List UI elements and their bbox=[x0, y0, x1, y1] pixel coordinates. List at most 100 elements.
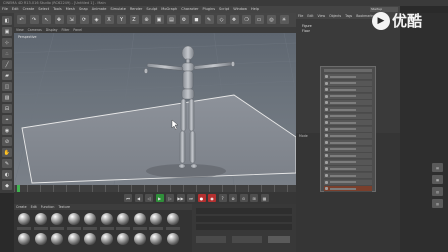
popup-menu-item[interactable] bbox=[324, 146, 372, 153]
transport-button-11[interactable]: ⊙ bbox=[239, 194, 248, 202]
transport-button-2[interactable]: ◁ bbox=[145, 194, 153, 202]
points-mode-button[interactable]: ∴ bbox=[2, 49, 12, 58]
object-menu-edit[interactable]: Edit bbox=[305, 13, 315, 19]
menu-item-render[interactable]: Render bbox=[128, 6, 144, 13]
viewport[interactable]: Perspective bbox=[14, 33, 296, 185]
material-swatch[interactable] bbox=[100, 233, 113, 245]
menu-item-help[interactable]: Help bbox=[249, 6, 261, 13]
coord-size-dropdown[interactable] bbox=[232, 236, 262, 243]
sidebar-tab-objects[interactable]: ▤ bbox=[432, 163, 443, 172]
material-swatch[interactable] bbox=[67, 233, 80, 245]
object-menu-objects[interactable]: Objects bbox=[327, 13, 343, 19]
live-select-button[interactable]: ↖ bbox=[42, 15, 51, 24]
render-settings-button[interactable]: ⚙ bbox=[179, 15, 189, 24]
material-swatch[interactable] bbox=[34, 213, 47, 225]
transport-button-1[interactable]: ◀ bbox=[134, 194, 143, 202]
material-menu-create[interactable]: Create bbox=[14, 204, 29, 210]
menu-item-create[interactable]: Create bbox=[21, 6, 37, 13]
object-menu-file[interactable]: File bbox=[296, 13, 305, 19]
y-axis-button[interactable]: Y bbox=[117, 15, 126, 24]
menu-item-script[interactable]: Script bbox=[217, 6, 231, 13]
apply-button[interactable] bbox=[268, 236, 290, 243]
popup-menu-item[interactable] bbox=[324, 140, 372, 146]
material-swatch[interactable] bbox=[133, 233, 146, 245]
material-swatch[interactable] bbox=[133, 213, 146, 225]
timeline-playhead[interactable] bbox=[17, 185, 20, 192]
material-menu-function[interactable]: Function bbox=[39, 204, 57, 210]
transport-button-13[interactable]: ▦ bbox=[260, 194, 269, 202]
transport-button-6[interactable]: ⏭ bbox=[187, 194, 195, 202]
popup-menu-item[interactable] bbox=[324, 186, 372, 193]
material-swatch[interactable] bbox=[84, 213, 96, 225]
popup-menu-item[interactable] bbox=[324, 159, 372, 166]
material-swatch[interactable] bbox=[166, 213, 179, 225]
polygons-mode-button[interactable]: ▰ bbox=[2, 71, 12, 80]
material-swatch[interactable] bbox=[51, 213, 63, 225]
popup-menu-item[interactable] bbox=[324, 87, 372, 94]
popup-menu-item[interactable] bbox=[324, 93, 372, 100]
menu-item-mograph[interactable]: MoGraph bbox=[159, 6, 179, 13]
camera-button[interactable]: ◎ bbox=[267, 15, 276, 24]
transport-button-9[interactable]: ? bbox=[218, 194, 227, 202]
rotate-button[interactable]: ⟳ bbox=[79, 15, 89, 24]
render-picture-button[interactable]: ▤ bbox=[167, 15, 176, 24]
transport-button-0[interactable]: ⏮ bbox=[124, 194, 132, 202]
coord-row-x[interactable] bbox=[196, 208, 292, 214]
array-button[interactable]: ❖ bbox=[229, 15, 239, 24]
material-menu-edit[interactable]: Edit bbox=[29, 204, 39, 210]
menu-item-window[interactable]: Window bbox=[231, 6, 249, 13]
menu-item-plugins[interactable]: Plugins bbox=[200, 6, 217, 13]
popup-menu-item[interactable] bbox=[324, 120, 372, 127]
sidebar-tab-structure[interactable]: ▥ bbox=[432, 187, 443, 196]
popup-menu-item[interactable] bbox=[324, 173, 372, 179]
material-swatch[interactable] bbox=[100, 213, 113, 225]
material-swatch[interactable] bbox=[166, 233, 179, 245]
animation-mode-button[interactable]: ◐ bbox=[2, 170, 12, 179]
menu-item-tools[interactable]: Tools bbox=[51, 6, 64, 13]
material-swatch[interactable] bbox=[150, 213, 162, 225]
material-swatch[interactable] bbox=[18, 213, 30, 225]
transport-button-4[interactable]: ▷ bbox=[166, 194, 174, 202]
deformer-button[interactable]: ❍ bbox=[242, 15, 251, 24]
x-axis-button[interactable]: X bbox=[104, 15, 114, 24]
model-mode-button[interactable]: ▣ bbox=[2, 27, 12, 36]
z-axis-button[interactable]: Z bbox=[129, 15, 139, 24]
uv-mode-button[interactable]: ◫ bbox=[2, 82, 12, 91]
material-swatch[interactable] bbox=[34, 233, 47, 245]
subdivision-button[interactable]: ◇ bbox=[217, 15, 226, 24]
transport-button-7[interactable]: ● bbox=[197, 194, 206, 202]
object-menu-tags[interactable]: Tags bbox=[343, 13, 354, 19]
transport-button-12[interactable]: ⊞ bbox=[250, 194, 258, 202]
material-swatch[interactable] bbox=[84, 233, 96, 245]
workplane-button[interactable]: ⊟ bbox=[2, 104, 12, 113]
pen-button[interactable]: ✎ bbox=[204, 15, 214, 24]
transport-button-8[interactable]: ◉ bbox=[208, 194, 216, 202]
object-axis-button[interactable]: ⊹ bbox=[2, 38, 12, 47]
texture-mode-button[interactable]: ▨ bbox=[2, 93, 12, 102]
material-swatch[interactable] bbox=[18, 233, 30, 245]
material-swatch[interactable] bbox=[67, 213, 80, 225]
keyframe-mode-button[interactable]: ◆ bbox=[2, 181, 12, 190]
popup-menu-item[interactable] bbox=[324, 74, 372, 80]
material-swatch[interactable] bbox=[51, 233, 63, 245]
edges-mode-button[interactable]: ╱ bbox=[2, 60, 12, 69]
solo-mode-button[interactable]: ◉ bbox=[2, 126, 12, 135]
menu-item-sculpt[interactable]: Sculpt bbox=[144, 6, 159, 13]
make-editable-button[interactable]: ◧ bbox=[2, 16, 12, 25]
material-menu-texture[interactable]: Texture bbox=[56, 204, 72, 210]
coord-row-z[interactable] bbox=[196, 224, 292, 230]
axis-lock-button[interactable]: ⊘ bbox=[2, 137, 12, 146]
timeline[interactable] bbox=[14, 185, 296, 192]
popup-menu-item[interactable] bbox=[324, 100, 372, 107]
popup-menu-item[interactable] bbox=[324, 153, 372, 160]
scale-button[interactable]: ⇲ bbox=[67, 15, 76, 24]
transport-button-10[interactable]: ⊗ bbox=[229, 194, 237, 202]
sidebar-tab-content[interactable]: ▦ bbox=[432, 175, 443, 184]
menu-item-character[interactable]: Character bbox=[179, 6, 200, 13]
popup-menu-item[interactable] bbox=[324, 107, 372, 113]
popup-menu-item[interactable] bbox=[324, 126, 372, 133]
popup-menu-item[interactable] bbox=[324, 133, 372, 140]
snapping-button[interactable]: ⌖ bbox=[2, 115, 12, 124]
object-menu-view[interactable]: View bbox=[316, 13, 328, 19]
menu-item-edit[interactable]: Edit bbox=[10, 6, 21, 13]
